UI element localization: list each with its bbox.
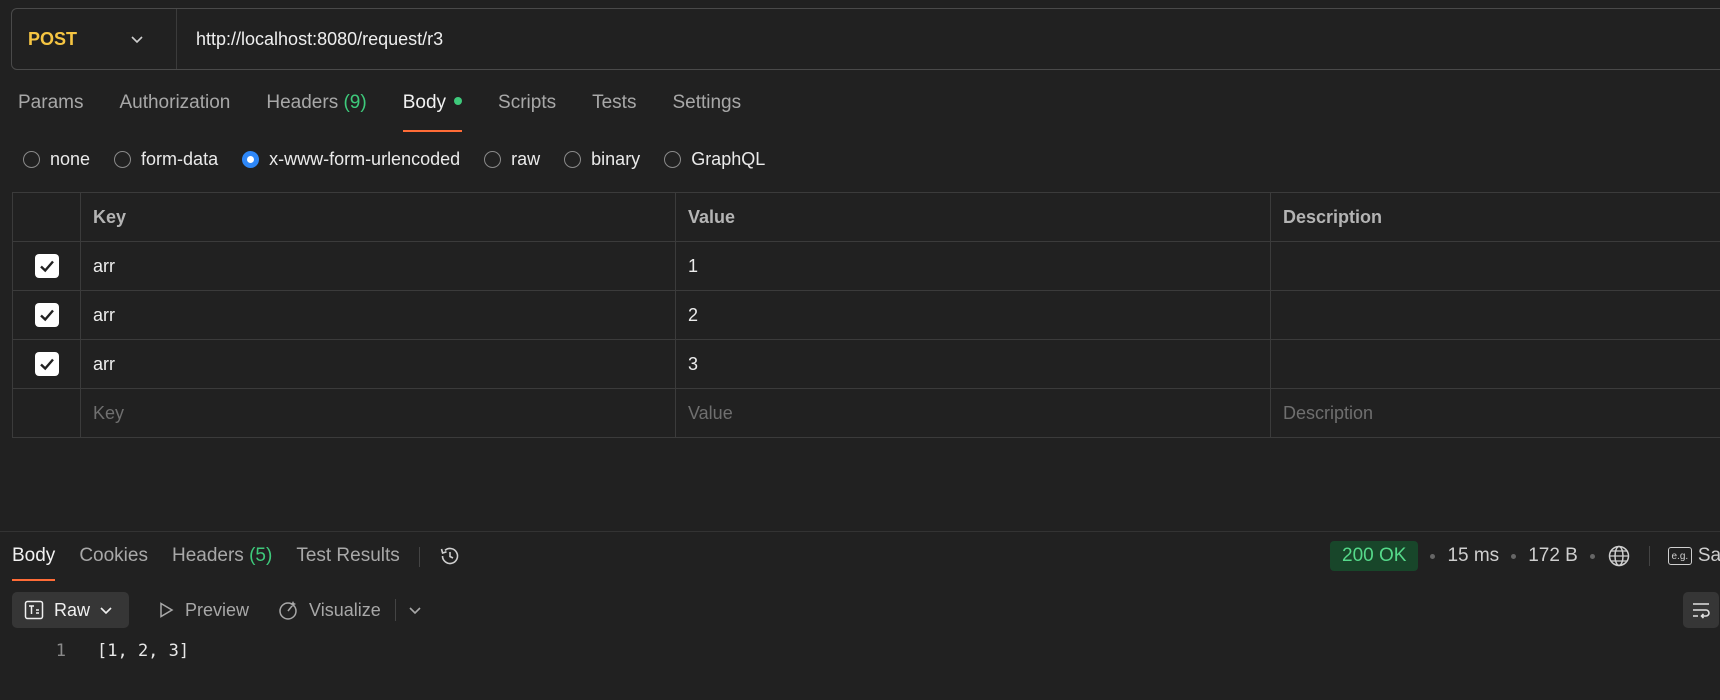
response-status: 200 OK 15 ms 172 B e.g. Sa bbox=[1330, 541, 1720, 571]
check-icon bbox=[39, 358, 54, 371]
value-cell[interactable]: 2 bbox=[676, 291, 1271, 339]
body-type-graphql[interactable]: GraphQL bbox=[664, 149, 765, 170]
table-row: arr 1 bbox=[13, 242, 1720, 291]
history-icon[interactable] bbox=[438, 544, 462, 568]
radio-button[interactable] bbox=[114, 151, 132, 168]
response-headers-count: (5) bbox=[249, 545, 273, 566]
tab-body[interactable]: Body bbox=[402, 92, 463, 132]
code-line: [1, 2, 3] bbox=[97, 641, 190, 661]
row-enabled-checkbox[interactable] bbox=[34, 303, 59, 327]
value-cell[interactable]: 3 bbox=[676, 340, 1271, 388]
globe-icon[interactable] bbox=[1607, 544, 1631, 568]
tab-scripts[interactable]: Scripts bbox=[498, 92, 556, 132]
visualize-icon bbox=[279, 601, 297, 620]
row-enabled-checkbox[interactable] bbox=[34, 254, 59, 278]
response-toolbar: Raw Preview Visualize bbox=[12, 592, 424, 628]
column-header-value: Value bbox=[676, 193, 1271, 241]
description-cell[interactable] bbox=[1271, 291, 1720, 339]
key-cell[interactable]: arr bbox=[81, 242, 676, 290]
response-size[interactable]: 172 B bbox=[1528, 545, 1578, 567]
tab-headers[interactable]: Headers (9) bbox=[266, 92, 366, 132]
visualize-button[interactable]: Visualize bbox=[277, 599, 381, 621]
chevron-down-icon bbox=[100, 607, 112, 615]
table-row: arr 2 bbox=[13, 291, 1720, 340]
tab-settings[interactable]: Settings bbox=[672, 92, 741, 132]
status-badge[interactable]: 200 OK bbox=[1330, 541, 1419, 571]
key-cell[interactable]: arr bbox=[81, 340, 676, 388]
body-indicator-dot bbox=[454, 96, 463, 105]
method-select[interactable]: POST bbox=[12, 9, 177, 69]
column-header-key: Key bbox=[81, 193, 676, 241]
table-header-check bbox=[13, 193, 81, 241]
response-tab-body[interactable]: Body bbox=[12, 545, 56, 581]
body-type-options: none form-data x-www-form-urlencoded raw… bbox=[23, 149, 789, 170]
tab-tests[interactable]: Tests bbox=[592, 92, 636, 132]
example-icon[interactable]: e.g. bbox=[1667, 547, 1692, 565]
new-value-input[interactable]: Value bbox=[676, 389, 1271, 437]
radio-button[interactable] bbox=[484, 151, 502, 168]
description-cell[interactable] bbox=[1271, 340, 1720, 388]
url-input[interactable]: http://localhost:8080/request/r3 bbox=[177, 29, 443, 50]
preview-button[interactable]: Preview bbox=[157, 600, 249, 621]
radio-button[interactable] bbox=[664, 151, 682, 168]
body-type-binary[interactable]: binary bbox=[564, 149, 640, 170]
response-tab-headers[interactable]: Headers (5) bbox=[172, 545, 272, 581]
new-row: Key Value Description bbox=[13, 389, 1720, 438]
new-description-input[interactable]: Description bbox=[1271, 389, 1720, 437]
body-type-none[interactable]: none bbox=[23, 149, 90, 170]
row-enabled-checkbox[interactable] bbox=[34, 352, 59, 376]
response-tab-cookies[interactable]: Cookies bbox=[79, 545, 148, 581]
table-row: arr 3 bbox=[13, 340, 1720, 389]
tab-params[interactable]: Params bbox=[18, 92, 83, 132]
method-label: POST bbox=[28, 28, 78, 49]
wrap-text-icon bbox=[1693, 603, 1710, 619]
tab-authorization[interactable]: Authorization bbox=[119, 92, 230, 132]
save-response-button[interactable]: Sa bbox=[1698, 545, 1720, 567]
check-icon bbox=[39, 260, 54, 273]
request-tabs: Params Authorization Headers (9) Body Sc… bbox=[18, 92, 777, 132]
radio-button[interactable] bbox=[564, 151, 582, 168]
more-options-button[interactable] bbox=[406, 601, 424, 619]
body-type-raw[interactable]: raw bbox=[484, 149, 540, 170]
table-header-row: Key Value Description bbox=[13, 193, 1720, 242]
chevron-down-icon bbox=[409, 607, 421, 615]
response-divider[interactable] bbox=[0, 531, 1720, 532]
raw-format-button[interactable]: Raw bbox=[12, 592, 129, 628]
value-cell[interactable]: 1 bbox=[676, 242, 1271, 290]
new-key-input[interactable]: Key bbox=[81, 389, 676, 437]
response-tabs: Body Cookies Headers (5) Test Results bbox=[12, 545, 424, 581]
response-tab-test-results[interactable]: Test Results bbox=[296, 545, 399, 581]
check-icon bbox=[39, 309, 54, 322]
response-time[interactable]: 15 ms bbox=[1447, 545, 1499, 567]
body-type-urlencoded[interactable]: x-www-form-urlencoded bbox=[242, 149, 460, 170]
chevron-down-icon bbox=[131, 36, 143, 44]
description-cell[interactable] bbox=[1271, 242, 1720, 290]
wrap-lines-button[interactable] bbox=[1683, 592, 1719, 628]
key-cell[interactable]: arr bbox=[81, 291, 676, 339]
radio-button[interactable] bbox=[23, 151, 40, 168]
body-type-form-data[interactable]: form-data bbox=[114, 149, 218, 170]
key-value-table: Key Value Description arr 1 arr 2 arr 3 … bbox=[12, 192, 1720, 438]
tab-separator bbox=[419, 547, 420, 567]
play-icon bbox=[160, 602, 174, 618]
url-bar: POST http://localhost:8080/request/r3 bbox=[11, 8, 1720, 70]
headers-count: (9) bbox=[343, 92, 367, 113]
text-format-icon bbox=[24, 600, 44, 620]
response-body-editor[interactable]: 1 [1, 2, 3] bbox=[0, 641, 189, 661]
column-header-description: Description bbox=[1271, 193, 1720, 241]
radio-button-selected[interactable] bbox=[242, 151, 260, 168]
line-number: 1 bbox=[55, 641, 66, 661]
